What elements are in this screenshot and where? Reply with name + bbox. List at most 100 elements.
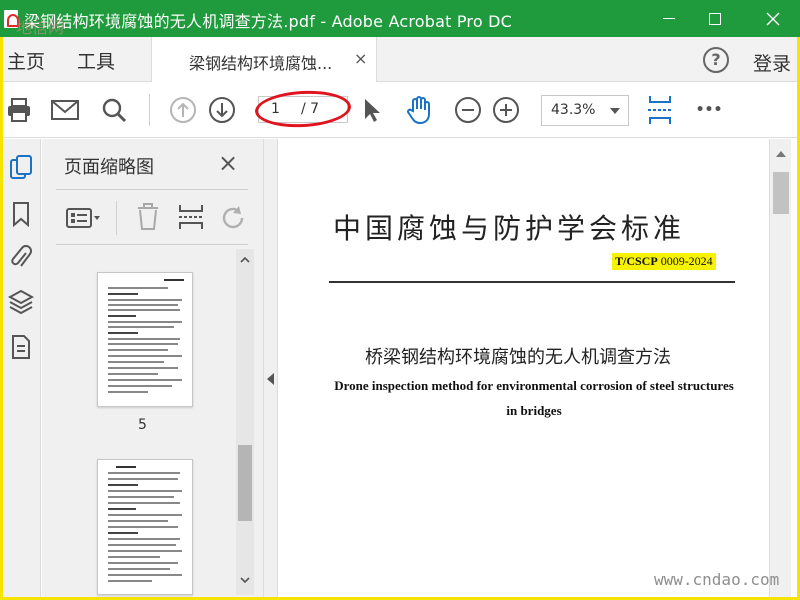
page-thumbnail[interactable]	[97, 459, 193, 595]
panel-title: 页面缩略图	[64, 157, 154, 178]
thumbnail-text-line	[108, 379, 182, 381]
search-button[interactable]	[100, 96, 128, 124]
maximize-icon	[709, 12, 721, 25]
next-page-button[interactable]	[208, 96, 236, 124]
select-tool-button[interactable]	[358, 96, 386, 124]
navigation-rail	[3, 139, 41, 597]
search-icon	[102, 98, 127, 123]
delete-page-button[interactable]	[136, 203, 160, 235]
zoom-level-dropdown[interactable]: 43.3%	[541, 95, 629, 126]
standard-number: 0009-2024	[660, 254, 713, 268]
toolbar-divider	[149, 94, 150, 126]
previous-page-button[interactable]	[169, 96, 197, 124]
thumbnail-page-number: 5	[138, 417, 147, 433]
thumbnail-text-line	[108, 391, 148, 393]
rotate-page-button[interactable]	[220, 205, 246, 235]
print-button[interactable]	[5, 96, 33, 124]
panel-divider	[56, 244, 248, 245]
chevron-down-icon	[610, 108, 620, 114]
thumbnail-text-line	[108, 472, 180, 474]
panel-options-button[interactable]	[66, 207, 102, 233]
page-thumbnail[interactable]	[97, 272, 193, 407]
standard-prefix: T/CSCP	[615, 254, 658, 268]
zoom-in-button[interactable]	[492, 96, 520, 124]
cursor-arrow-icon	[365, 99, 380, 122]
login-link[interactable]: 登录	[753, 49, 791, 76]
email-button[interactable]	[51, 96, 79, 124]
thumbnail-text-line	[108, 478, 178, 480]
thumbnail-scrollbar[interactable]	[236, 249, 254, 595]
thumbnail-text-line	[108, 538, 180, 540]
thumbnail-text-line	[116, 466, 136, 468]
watermark-text: 地信网	[16, 18, 65, 37]
chevron-up-icon[interactable]	[240, 255, 250, 265]
thumbnail-text-line	[108, 526, 178, 528]
zoom-out-button[interactable]	[454, 96, 482, 124]
options-menu-icon	[66, 208, 100, 228]
panel-divider	[56, 189, 248, 190]
close-window-button[interactable]	[750, 0, 796, 37]
red-highlight-ellipse	[254, 88, 352, 130]
panel-toolbar	[56, 195, 248, 243]
more-tools-button[interactable]: •••	[695, 96, 723, 124]
thumbnail-text-line	[108, 355, 182, 357]
title-bar: 梁钢结构环境腐蚀的无人机调查方法.pdf - Adobe Acrobat Pro…	[0, 0, 800, 37]
thumbnail-text-line	[108, 385, 172, 387]
chevron-down-icon[interactable]	[240, 575, 250, 585]
tab-home[interactable]: 主页	[7, 47, 45, 74]
help-icon[interactable]: ?	[703, 47, 729, 73]
bookmark-icon	[13, 202, 29, 227]
arrow-up-circle-icon	[170, 97, 196, 123]
hand-icon	[407, 96, 430, 125]
thumbnail-text-line	[108, 287, 168, 289]
zoom-out-icon	[455, 97, 481, 123]
rotate-icon	[222, 206, 244, 229]
document-page: 中国腐蚀与防护学会标准 T/CSCP 0009-2024 桥梁钢结构环境腐蚀的无…	[279, 139, 769, 597]
window-title: 梁钢结构环境腐蚀的无人机调查方法.pdf - Adobe Acrobat Pro…	[24, 12, 513, 31]
close-icon	[766, 12, 780, 25]
thumbnail-text-line	[108, 484, 138, 486]
layers-button[interactable]	[7, 287, 35, 317]
thumbnail-text-line	[108, 326, 174, 328]
attachments-button[interactable]	[7, 242, 35, 272]
site-watermark: www.cndao.com	[654, 570, 780, 589]
document-scrollbar[interactable]	[769, 139, 791, 597]
scrollbar-thumb[interactable]	[238, 445, 252, 521]
chevron-up-icon[interactable]	[776, 151, 786, 157]
thumbnail-text-line	[108, 361, 164, 363]
panel-splitter[interactable]	[264, 139, 278, 597]
document-tab[interactable]: 梁钢结构环境腐蚀... ×	[151, 37, 377, 83]
bookmarks-button[interactable]	[7, 199, 35, 229]
thumbnail-text-line	[108, 562, 178, 564]
chinese-subtitle: 桥梁钢结构环境腐蚀的无人机调查方法	[365, 347, 671, 368]
thumbnail-text-line	[108, 574, 182, 576]
thumbnail-text-line	[108, 502, 180, 504]
hand-tool-button[interactable]	[405, 96, 433, 125]
thumbnail-text-line	[108, 556, 160, 558]
fit-page-button[interactable]	[646, 96, 674, 124]
document-tab-close-button[interactable]: ×	[354, 49, 367, 68]
document-heading: 中国腐蚀与防护学会标准	[333, 212, 686, 245]
collapse-panel-icon[interactable]	[267, 373, 274, 385]
maximize-button[interactable]	[692, 0, 738, 37]
document-properties-button[interactable]	[7, 332, 35, 362]
thumbnail-text-line	[108, 508, 136, 510]
layers-icon	[8, 289, 34, 315]
document-tab-label: 梁钢结构环境腐蚀...	[189, 54, 333, 73]
tab-tools[interactable]: 工具	[77, 47, 115, 74]
main-toolbar: 1 / 7 43.3% •••	[3, 82, 797, 138]
english-title: Drone inspection method for environmenta…	[334, 378, 734, 418]
header-rule	[329, 281, 735, 283]
page-thumbnails-panel: 页面缩略图 × 5	[42, 139, 264, 597]
thumbnail-text-line	[108, 490, 182, 492]
thumbnail-text-line	[108, 293, 138, 295]
paperclip-icon	[11, 245, 32, 267]
scrollbar-thumb[interactable]	[773, 172, 789, 214]
insert-page-icon	[179, 205, 203, 229]
envelope-icon	[51, 100, 79, 120]
standard-code-highlight: T/CSCP 0009-2024	[612, 253, 716, 270]
panel-close-button[interactable]: ×	[218, 149, 238, 177]
minimize-button[interactable]	[646, 0, 692, 37]
page-thumbnails-button[interactable]	[7, 153, 35, 183]
insert-page-button[interactable]	[178, 203, 204, 235]
